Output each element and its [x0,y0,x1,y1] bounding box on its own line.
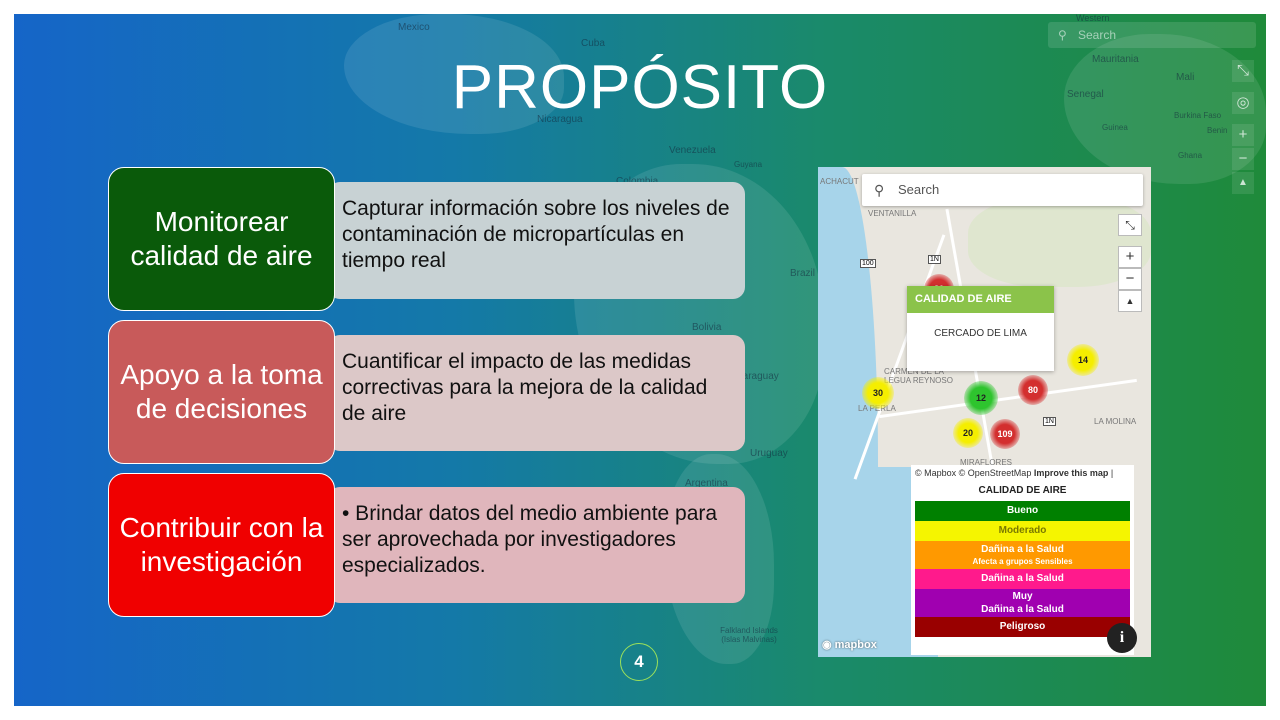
compass-icon[interactable]: ▲ [1118,290,1142,312]
row-2-label: Apoyo a la toma de decisiones [120,359,323,424]
search-icon: ⚲ [874,182,885,198]
row-1-label: Monitorear calidad de aire [130,206,313,271]
map-search-placeholder: Search [898,182,940,197]
legend-item-moderado: Moderado [915,521,1130,541]
aqi-marker[interactable]: 109 [990,419,1020,449]
map-label-venezuela: Venezuela [669,145,716,156]
legend-label: Bueno [1006,505,1039,516]
aqi-marker-value: 30 [872,388,883,398]
aqi-marker-value: 109 [997,429,1013,439]
district-label: LA MOLINA [1094,417,1137,426]
district-label: ACHACUT [820,177,859,186]
legend-item-muy-danina: Muy Dañina a la Salud [915,589,1130,617]
map-label-falkland: Falkland Islands (Islas Malvinas) [720,626,778,644]
map-label-guinea: Guinea [1102,123,1128,132]
slide: Mexico Cuba Nicaragua Venezuela Guyana C… [14,14,1266,706]
map-search-input[interactable]: ⚲ Search [862,174,1143,206]
row-3-description-box: • Brindar datos del medio ambiente para … [328,487,745,603]
background-search-input[interactable]: ⚲ Search [1048,22,1256,48]
zoom-out-button[interactable]: − [1232,148,1254,170]
air-quality-legend: © Mapbox © OpenStreetMap Improve this ma… [911,465,1134,655]
info-button[interactable]: i [1107,623,1137,653]
map-label-ghana: Ghana [1178,151,1203,160]
background-search-placeholder: Search [1078,28,1117,42]
zoom-in-button[interactable]: + [1118,246,1142,268]
slide-title: PROPÓSITO [451,53,829,122]
row-2-description: Cuantificar el impacto de las medidas co… [342,350,708,425]
legend-item-peligroso: Peligroso [915,617,1130,637]
legend-label: Muy [1012,591,1033,602]
row-3-label: Contribuir con la investigación [119,512,324,577]
aqi-marker-value: 14 [1077,355,1088,365]
aqi-marker[interactable]: 14 [1067,344,1099,376]
aqi-marker[interactable]: 12 [964,381,998,415]
row-1-description-box: Capturar información sobre los niveles d… [328,182,745,299]
map-label-cuba: Cuba [581,38,605,49]
legend-title: CALIDAD DE AIRE [978,485,1067,496]
aqi-marker-value: 20 [962,428,973,438]
aqi-marker[interactable]: 20 [953,418,983,448]
legend-sublabel: Afecta a grupos Sensibles [972,557,1073,566]
legend-item-danina-sensibles: Dañina a la Salud Afecta a grupos Sensibl… [915,541,1130,569]
map-label-brazil: Brazil [790,268,816,279]
info-icon: i [1119,629,1125,646]
search-icon: ⚲ [1058,28,1067,42]
aqi-marker-value: 12 [975,393,986,403]
row-2-label-box: Apoyo a la toma de decisiones [108,320,335,464]
popup-location: CERCADO DE LIMA [934,328,1027,339]
legend-label: Dañina a la Salud [981,544,1064,555]
popup-title: CALIDAD DE AIRE [907,286,1054,313]
row-1-label-box: Monitorear calidad de aire [108,167,335,311]
map-popup[interactable]: CALIDAD DE AIRE CERCADO DE LIMA [907,286,1054,371]
road-shield: 1N [928,255,941,264]
aqi-marker[interactable]: 80 [1018,375,1048,405]
row-3-label-box: Contribuir con la investigación [108,473,335,617]
collapse-icon[interactable]: ⤡ [1118,214,1142,236]
map-label-uruguay: Uruguay [750,448,788,459]
air-quality-map-panel[interactable]: ACHACUT VENTANILLA CARMEN DE LA LEGUA RE… [818,167,1151,657]
legend-label: Peligroso [999,621,1046,632]
legend-item-bueno: Bueno [915,501,1130,521]
compass-icon[interactable]: ▲ [1232,172,1254,194]
row-3-description: • Brindar datos del medio ambiente para … [342,502,718,577]
zoom-out-button[interactable]: − [1118,268,1142,290]
legend-item-danina: Dañina a la Salud [915,569,1130,589]
row-1-description: Capturar información sobre los niveles d… [342,197,730,272]
district-label: VENTANILLA [868,209,917,218]
map-label-mexico: Mexico [398,22,430,33]
aqi-marker-value: 80 [1027,385,1038,395]
page-number: 4 [620,643,658,681]
mapbox-logo: ◉ mapbox [822,639,877,651]
aqi-marker[interactable]: 30 [862,377,894,409]
map-label-benin: Benin [1207,126,1228,135]
row-2-description-box: Cuantificar el impacto de las medidas co… [328,335,745,451]
legend-sublabel: Dañina a la Salud [981,604,1064,615]
map-attribution: © Mapbox © OpenStreetMap Improve this ma… [915,468,1114,478]
map-label-bolivia: Bolivia [692,322,722,333]
attribution-text: © Mapbox © OpenStreetMap [915,468,1032,478]
road-shield: 100 [860,259,876,268]
legend-label: Moderado [998,525,1047,536]
improve-map-link[interactable]: Improve this map [1034,468,1109,478]
map-label-guyana: Guyana [734,160,763,169]
mapbox-logo-text: mapbox [834,639,877,651]
zoom-in-button[interactable]: + [1232,124,1254,146]
legend-label: Dañina a la Salud [981,573,1064,584]
road-shield: 1N [1043,417,1056,426]
